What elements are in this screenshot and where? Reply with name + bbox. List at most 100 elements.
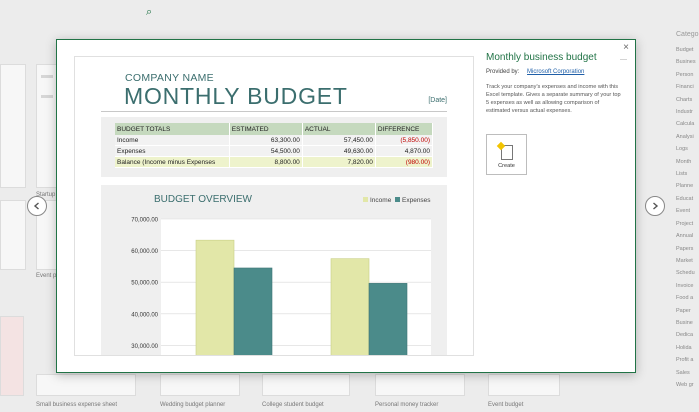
provided-by: Provided by: Microsoft Corporation [486, 69, 631, 75]
column-header: ACTUAL [302, 123, 376, 135]
thumb-caption: Event budget [488, 402, 524, 408]
category-item[interactable]: Schedu [676, 267, 699, 279]
estimated-value: 63,300.00 [229, 135, 303, 146]
bar-expenses [233, 267, 273, 355]
row-label: Expenses [115, 145, 230, 157]
category-item[interactable]: Papers [676, 243, 699, 255]
category-item[interactable]: Food a [676, 292, 699, 304]
legend-swatch [363, 197, 368, 202]
row-label: Balance (Income minus Expenses [115, 156, 230, 168]
category-item[interactable]: Busines [676, 56, 699, 68]
chart-title: BUDGET OVERVIEW [154, 194, 253, 205]
category-item[interactable]: Event [676, 205, 699, 217]
category-item[interactable]: Paper [676, 305, 699, 317]
category-item[interactable]: Industr [676, 106, 699, 118]
thumb-caption: Personal money tracker [375, 402, 439, 408]
y-tick-label: 30,000.00 [131, 344, 158, 350]
category-header: Catego [676, 31, 699, 38]
legend-label: Income [370, 197, 392, 204]
y-tick-label: 60,000.00 [131, 249, 158, 255]
budget-totals-table-area: BUDGET TOTALS ESTIMATED ACTUAL DIFFERENC… [101, 117, 447, 177]
template-thumbnail[interactable] [0, 316, 24, 396]
column-header: BUDGET TOTALS [115, 123, 230, 135]
actual-value: 57,450.00 [302, 135, 376, 146]
create-label: Create [498, 163, 515, 169]
table-header-row: BUDGET TOTALS ESTIMATED ACTUAL DIFFERENC… [115, 123, 434, 135]
category-item[interactable]: Lists [676, 168, 699, 180]
create-button[interactable]: Create [486, 134, 527, 175]
category-item[interactable]: Project [676, 218, 699, 230]
legend-swatch [395, 197, 400, 202]
category-item[interactable]: Financi [676, 81, 699, 93]
actual-value: 7,820.00 [302, 156, 376, 168]
column-header: ESTIMATED [229, 123, 303, 135]
category-item[interactable]: Sales [676, 367, 699, 379]
template-thumbnail[interactable] [375, 374, 465, 396]
category-item[interactable]: Analysi [676, 131, 699, 143]
category-item[interactable]: Invoice [676, 280, 699, 292]
thumb-caption: Event p [36, 273, 57, 279]
category-item[interactable]: Logs [676, 143, 699, 155]
template-thumbnail[interactable] [262, 374, 350, 396]
chart-svg: BUDGET OVERVIEW 70,000.00 60,000.00 50,000… [131, 194, 431, 355]
category-item[interactable]: Market [676, 255, 699, 267]
table-row: Expenses 54,500.00 49,630.00 4,870.00 [115, 145, 434, 157]
category-item[interactable]: Budget [676, 44, 699, 56]
divider [101, 111, 447, 112]
chevron-left-icon [33, 202, 39, 210]
thumb-caption: Wedding budget planner [160, 402, 226, 408]
category-item[interactable]: Charts [676, 94, 699, 106]
chevron-right-icon [653, 202, 659, 210]
date-field: [Date] [428, 97, 447, 104]
template-thumbnail[interactable] [0, 64, 26, 188]
category-item[interactable]: Dedica [676, 329, 699, 341]
y-tick-label: 40,000.00 [131, 312, 158, 318]
category-item[interactable]: Educat [676, 193, 699, 205]
template-preview-dialog: × COMPANY NAME MONTHLY BUDGET [Date] BUD… [56, 39, 636, 373]
search-icon[interactable]: ⌕ [146, 6, 152, 19]
estimated-value: 54,500.00 [229, 145, 303, 157]
category-item[interactable]: Holida [676, 342, 699, 354]
template-description: Track your company's expenses and income… [486, 84, 621, 114]
legend-label: Expenses [402, 197, 431, 204]
bar-income [330, 258, 370, 355]
column-header: DIFFERENCE [375, 123, 434, 135]
pin-icon[interactable]: — [620, 56, 627, 63]
bar-income [195, 239, 235, 355]
difference-value: (5,850.00) [375, 135, 434, 146]
template-thumbnail[interactable] [0, 200, 26, 270]
template-info-panel: Monthly business budget — Provided by: M… [486, 52, 631, 175]
budget-totals-table: BUDGET TOTALS ESTIMATED ACTUAL DIFFERENC… [115, 123, 434, 168]
category-item[interactable]: Calcula [676, 118, 699, 130]
category-item[interactable]: Person [676, 69, 699, 81]
category-item[interactable]: Month [676, 156, 699, 168]
template-thumbnail[interactable] [160, 374, 240, 396]
actual-value: 49,630.00 [302, 145, 376, 157]
estimated-value: 8,800.00 [229, 156, 303, 168]
template-thumbnail[interactable] [36, 64, 58, 188]
category-item[interactable]: Planne [676, 180, 699, 192]
category-item[interactable]: Web gr [676, 379, 699, 391]
category-item[interactable]: Annual [676, 230, 699, 242]
budget-overview-chart: BUDGET OVERVIEW 70,000.00 60,000.00 50,000… [101, 185, 447, 355]
next-template-button[interactable] [645, 196, 665, 216]
template-thumbnail[interactable] [36, 374, 136, 396]
budget-title: MONTHLY BUDGET [124, 83, 348, 109]
row-label: Income [115, 135, 230, 146]
category-item[interactable]: Busine [676, 317, 699, 329]
y-tick-label: 50,000.00 [131, 281, 158, 287]
provider-link[interactable]: Microsoft Corporation [527, 69, 584, 75]
difference-value: 4,870.00 [375, 145, 434, 157]
table-row: Balance (Income minus Expenses 8,800.00 … [115, 156, 434, 168]
category-list: Catego Budget Busines Person Financi Charts I… [676, 30, 699, 391]
template-thumbnail[interactable] [488, 374, 560, 396]
template-name: Monthly business budget [486, 52, 597, 63]
new-document-icon [500, 145, 513, 160]
category-item[interactable]: Profit a [676, 354, 699, 366]
difference-value: (980.00) [375, 156, 434, 168]
bar-expenses [368, 283, 408, 355]
y-tick-label: 70,000.00 [131, 218, 158, 224]
thumb-caption: College student budget [262, 402, 324, 408]
previous-template-button[interactable] [27, 196, 47, 216]
provided-by-label: Provided by: [486, 69, 520, 75]
